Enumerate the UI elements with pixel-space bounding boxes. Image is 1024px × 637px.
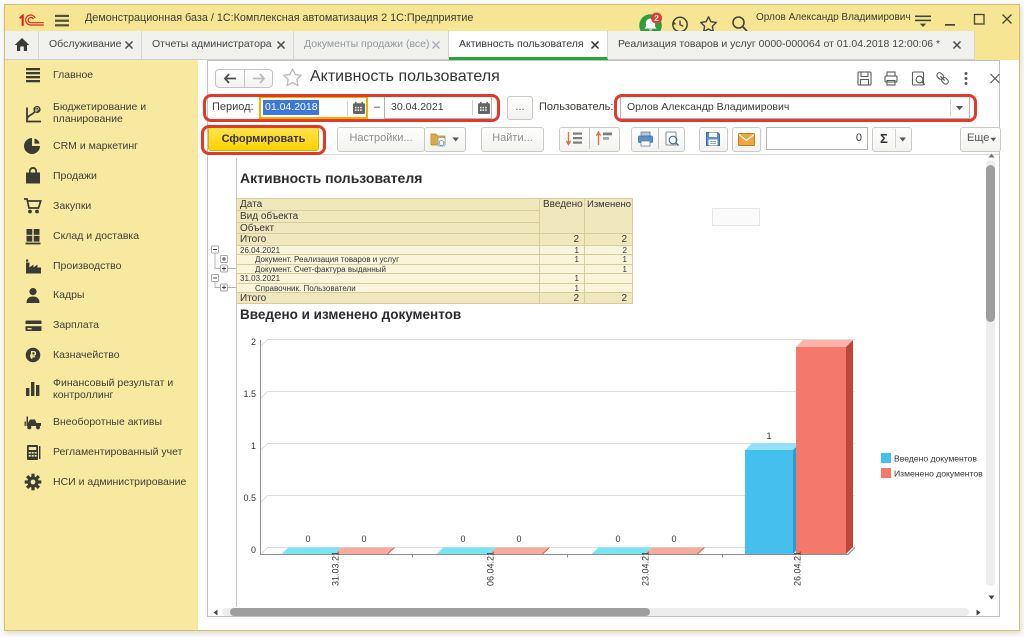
svg-text:0: 0 (671, 534, 676, 544)
svg-text:Изменено документов: Изменено документов (894, 469, 983, 479)
svg-text:23.04.21: 23.04.21 (641, 551, 651, 586)
svg-text:0: 0 (361, 534, 366, 544)
svg-text:0: 0 (460, 534, 465, 544)
svg-text:1: 1 (251, 441, 256, 451)
svg-text:0: 0 (305, 534, 310, 544)
svg-text:06.04.21: 06.04.21 (486, 551, 496, 586)
svg-text:₽: ₽ (30, 351, 37, 362)
svg-text:31.03.21: 31.03.21 (331, 551, 341, 586)
svg-text:0.5: 0.5 (243, 493, 256, 503)
svg-text:0: 0 (516, 534, 521, 544)
svg-text:26.04.21: 26.04.21 (793, 551, 803, 586)
svg-text:2: 2 (654, 13, 659, 23)
svg-text:1.5: 1.5 (243, 389, 256, 399)
svg-text:1: 1 (766, 431, 771, 441)
svg-text:Введено документов: Введено документов (894, 454, 977, 464)
svg-text:2: 2 (251, 337, 256, 347)
svg-text:0: 0 (251, 545, 256, 555)
svg-text:0: 0 (615, 534, 620, 544)
